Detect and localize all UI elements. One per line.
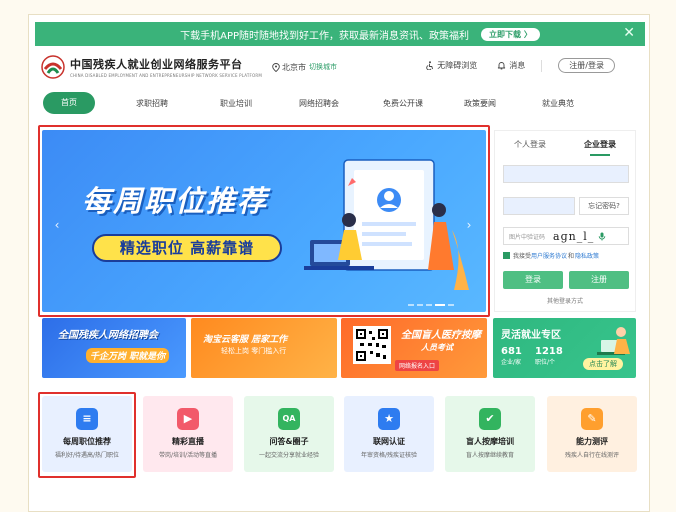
- accessibility-icon: [426, 61, 434, 70]
- nav-job-fair[interactable]: 网络招聘会: [291, 98, 347, 109]
- service-name: 问答&圈子: [269, 437, 309, 446]
- promo2-title: 淘宝云客服 居家工作: [203, 335, 288, 345]
- promo-taobao-service-card[interactable]: 淘宝云客服 居家工作 轻松上岗 零门槛入行: [191, 318, 337, 378]
- companies-stat: 681 企业/家: [501, 346, 522, 366]
- accessibility-toggle[interactable]: 无障碍浏览: [425, 60, 477, 71]
- service-agreement-link[interactable]: 用户服务协议: [531, 251, 567, 260]
- promo1-title: 全国残疾人网络招聘会: [58, 330, 158, 341]
- promo3-title: 全国盲人医疗按摩: [401, 330, 481, 341]
- service-qa-community[interactable]: QA 问答&圈子 一起交流分享就业经验: [244, 396, 334, 472]
- promo3-subtitle: 人员考试: [421, 343, 453, 352]
- service-online-certification[interactable]: ★ 联网认证 年审资格/残疾证核验: [344, 396, 434, 472]
- login-panel: 个人登录 企业登录 忘记密码? 图片中验证码 aɡn_l_ 我接受 用户服务协议…: [494, 130, 636, 312]
- qr-code-icon: [353, 326, 391, 364]
- brand-title: 中国残疾人就业创业网络服务平台: [70, 58, 243, 71]
- forgot-password-link[interactable]: 忘记密码?: [579, 197, 629, 215]
- header-divider: [541, 59, 543, 72]
- login-tabs: 个人登录 企业登录: [495, 131, 635, 157]
- messages-link[interactable]: 消息: [497, 60, 525, 71]
- service-desc: 盲人按摩继续教育: [465, 452, 514, 459]
- app-download-text: 下载手机APP随时随地找到好工作，获取最新消息资讯、政策福利: [180, 30, 470, 42]
- captcha-image[interactable]: aɡn_l_: [553, 230, 594, 243]
- agree-prefix: 我接受: [513, 253, 532, 260]
- promo-flexible-employment-card[interactable]: 灵活就业专区 681 企业/家 1218 职位/个 点击了解: [493, 318, 636, 378]
- login-button[interactable]: 登录: [503, 271, 563, 289]
- accessibility-label: 无障碍浏览: [437, 61, 478, 70]
- service-name: 能力测评: [576, 437, 608, 446]
- pencil-icon: ✎: [581, 408, 603, 430]
- captcha-placeholder: 图片中验证码: [509, 233, 546, 241]
- promo3-entry-badge: 网络报名入口: [395, 360, 440, 371]
- banner-highlight-box: [38, 125, 490, 317]
- promo-job-fair-card[interactable]: 全国残疾人网络招聘会 千企万岗 职就是你: [42, 318, 186, 378]
- promo-massage-exam-card[interactable]: 全国盲人医疗按摩 人员考试 网络报名入口: [341, 318, 487, 378]
- service-desc: 带岗/培训/活动等直播: [158, 452, 218, 459]
- companies-count: 681: [501, 346, 522, 357]
- app-download-bar: 下载手机APP随时随地找到好工作，获取最新消息资讯、政策福利 立即下载 〉 ✕: [35, 22, 645, 46]
- location-city: 北京市: [282, 62, 307, 72]
- promo4-title: 灵活就业专区: [501, 330, 561, 341]
- nav-home[interactable]: 首页: [43, 92, 95, 114]
- service-highlight-box: [38, 392, 136, 478]
- switch-city-link[interactable]: 切换城市: [309, 62, 337, 72]
- location-pin-icon: [272, 62, 280, 72]
- privacy-policy-link[interactable]: 隐私政策: [575, 251, 599, 260]
- header-actions: 无障碍浏览 消息 注册/登录: [405, 58, 615, 73]
- laptop-person-icon: [597, 327, 630, 355]
- agree-checkbox[interactable]: [503, 252, 510, 259]
- play-icon: ▶: [177, 408, 199, 430]
- promo2-subtitle: 轻松上岗 零门槛入行: [221, 347, 287, 355]
- bookmark-star-icon: ★: [378, 408, 400, 430]
- jobs-count: 1218: [535, 346, 563, 357]
- nav-employment-models[interactable]: 就业典范: [535, 98, 581, 109]
- agree-and: 和: [568, 253, 575, 260]
- nav-open-courses[interactable]: 免费公开课: [375, 98, 431, 109]
- username-input[interactable]: [503, 165, 629, 183]
- service-name: 精彩直播: [172, 437, 204, 446]
- other-login-methods-link[interactable]: 其他登录方式: [495, 296, 635, 305]
- tab-personal-login[interactable]: 个人登录: [495, 139, 565, 150]
- captcha-input[interactable]: 图片中验证码 aɡn_l_: [503, 227, 629, 245]
- close-icon[interactable]: ✕: [623, 25, 635, 41]
- download-now-button[interactable]: 立即下载 〉: [481, 27, 540, 41]
- agreement-row: 我接受 用户服务协议 和 隐私政策: [503, 251, 599, 260]
- service-name: 盲人按摩培训: [466, 437, 514, 446]
- messages-label: 消息: [509, 61, 526, 70]
- login-register-button[interactable]: 注册/登录: [558, 58, 615, 73]
- brand-subtitle: CHINA DISABLED EMPLOYMENT AND ENTREPRENE…: [70, 73, 263, 78]
- service-massage-training[interactable]: ✔ 盲人按摩培训 盲人按摩继续教育: [445, 396, 535, 472]
- brand: 中国残疾人就业创业网络服务平台 CHINA DISABLED EMPLOYMEN…: [70, 56, 262, 78]
- jobs-label: 职位/个: [535, 359, 556, 366]
- learn-more-button[interactable]: 点击了解: [583, 358, 623, 370]
- register-button[interactable]: 注册: [569, 271, 629, 289]
- password-input[interactable]: [503, 197, 575, 215]
- location-selector[interactable]: 北京市 切换城市: [272, 62, 337, 73]
- microphone-icon[interactable]: [598, 232, 606, 241]
- service-desc: 残疾人自行在线测评: [564, 452, 619, 459]
- bell-icon: [498, 62, 506, 70]
- main-nav: 首页 求职招聘 职业培训 网络招聘会 免费公开课 政策要闻 就业典范: [35, 90, 645, 116]
- jobs-stat: 1218 职位/个: [535, 346, 563, 366]
- nav-training[interactable]: 职业培训: [213, 98, 259, 109]
- nav-job-search[interactable]: 求职招聘: [129, 98, 175, 109]
- service-desc: 一起交流分享就业经验: [258, 452, 319, 459]
- service-ability-assessment[interactable]: ✎ 能力测评 残疾人自行在线测评: [547, 396, 637, 472]
- qa-chat-icon: QA: [278, 408, 300, 430]
- tab-company-login[interactable]: 企业登录: [565, 139, 635, 156]
- service-name: 联网认证: [373, 437, 405, 446]
- cdpf-logo-icon[interactable]: [41, 55, 65, 79]
- service-live-stream[interactable]: ▶ 精彩直播 带岗/培训/活动等直播: [143, 396, 233, 472]
- promo1-subtitle: 千企万岗 职就是你: [86, 348, 170, 363]
- certificate-icon: ✔: [479, 408, 501, 430]
- site-header: 中国残疾人就业创业网络服务平台 CHINA DISABLED EMPLOYMEN…: [35, 50, 645, 84]
- service-desc: 年审资格/残疾证核验: [360, 452, 418, 459]
- nav-policy-news[interactable]: 政策要闻: [457, 98, 503, 109]
- companies-label: 企业/家: [501, 359, 522, 366]
